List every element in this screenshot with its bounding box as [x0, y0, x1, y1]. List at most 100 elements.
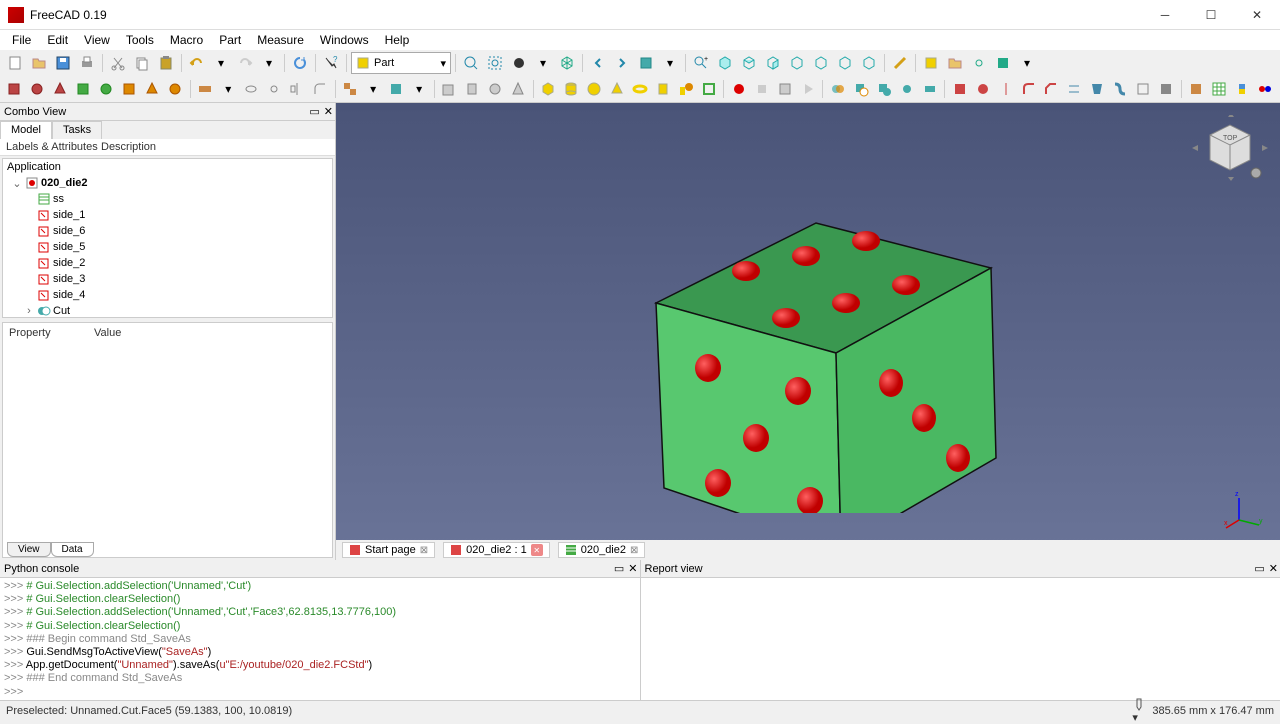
mirror-icon[interactable]: [287, 78, 308, 100]
menu-view[interactable]: View: [76, 31, 118, 49]
panel-float-icon[interactable]: ▭: [614, 562, 624, 575]
doc-tab-die2[interactable]: 020_die2 ⊠: [558, 542, 646, 558]
tab-close-icon[interactable]: ✕: [531, 544, 543, 556]
sweep-icon[interactable]: [1110, 78, 1131, 100]
group-icon[interactable]: [944, 52, 966, 74]
tool6-icon[interactable]: [119, 78, 140, 100]
bottom-view-icon[interactable]: [810, 52, 832, 74]
refresh-icon[interactable]: [289, 52, 311, 74]
minimize-button[interactable]: ─: [1150, 3, 1180, 27]
tool8-icon[interactable]: [165, 78, 186, 100]
panel-float-icon[interactable]: ▭: [1254, 562, 1264, 575]
var-set-dropdown-icon[interactable]: ▾: [218, 78, 239, 100]
link-icon[interactable]: [968, 52, 990, 74]
tree-item-cut[interactable]: ›Cut: [3, 303, 332, 318]
tree-item-ss[interactable]: ss: [3, 191, 332, 207]
doc-tab-die2-1[interactable]: 020_die2 : 1 ✕: [443, 542, 550, 558]
left-view-icon[interactable]: [834, 52, 856, 74]
save-icon[interactable]: [52, 52, 74, 74]
bounding-box-icon[interactable]: [556, 52, 578, 74]
top-view-icon[interactable]: [738, 52, 760, 74]
compound-dropdown-icon[interactable]: ▾: [363, 78, 384, 100]
measure-icon[interactable]: [889, 52, 911, 74]
tool4-icon[interactable]: [73, 78, 94, 100]
link-actions-dropdown-icon[interactable]: ▾: [1016, 52, 1038, 74]
tree-item-side2[interactable]: side_2: [3, 255, 332, 271]
panel-close-icon[interactable]: ✕: [1269, 562, 1278, 575]
expand-icon[interactable]: ›: [23, 305, 35, 317]
menu-macro[interactable]: Macro: [162, 31, 211, 49]
panel-close-icon[interactable]: ✕: [628, 562, 637, 575]
tool5-icon[interactable]: [96, 78, 117, 100]
thickness-icon[interactable]: [1156, 78, 1177, 100]
report-content[interactable]: [641, 578, 1280, 700]
bottom-tab-data[interactable]: Data: [51, 542, 94, 557]
link-nav-icon[interactable]: [635, 52, 657, 74]
section-icon[interactable]: [386, 78, 407, 100]
isometric-view-icon[interactable]: +: [690, 52, 712, 74]
menu-file[interactable]: File: [4, 31, 39, 49]
doc-tab-start[interactable]: Start page ⊠: [342, 542, 435, 558]
tree-root[interactable]: Application: [3, 159, 332, 175]
nav-back-icon[interactable]: [587, 52, 609, 74]
copy-icon[interactable]: [131, 52, 153, 74]
menu-help[interactable]: Help: [377, 31, 418, 49]
menu-windows[interactable]: Windows: [312, 31, 377, 49]
primitive-box-icon[interactable]: [439, 78, 460, 100]
tool7-icon[interactable]: [142, 78, 163, 100]
menu-edit[interactable]: Edit: [39, 31, 76, 49]
right-view-icon[interactable]: [762, 52, 784, 74]
offset-icon[interactable]: [1133, 78, 1154, 100]
axo-view-icon[interactable]: [858, 52, 880, 74]
tree-item-side3[interactable]: side_3: [3, 271, 332, 287]
expand-icon[interactable]: ⌄: [11, 177, 23, 190]
extrude-icon[interactable]: [241, 78, 262, 100]
undo-dropdown-icon[interactable]: ▾: [210, 52, 232, 74]
draw-dropdown-icon[interactable]: ▾: [532, 52, 554, 74]
tab-model[interactable]: Model: [0, 121, 52, 139]
new-file-icon[interactable]: [4, 52, 26, 74]
tool2-icon[interactable]: [27, 78, 48, 100]
tree-item-side4[interactable]: side_4: [3, 287, 332, 303]
panel-float-icon[interactable]: ▭: [309, 105, 319, 118]
menu-part[interactable]: Part: [211, 31, 249, 49]
var-set-icon[interactable]: [195, 78, 216, 100]
primitive-cylinder-icon[interactable]: [462, 78, 483, 100]
maximize-button[interactable]: ☐: [1196, 3, 1226, 27]
workbench-selector[interactable]: Part ▾: [351, 52, 451, 74]
tool1-icon[interactable]: [4, 78, 25, 100]
draw-style-icon[interactable]: [508, 52, 530, 74]
print-icon[interactable]: [76, 52, 98, 74]
fit-selection-icon[interactable]: [484, 52, 506, 74]
console-output[interactable]: >>> # Gui.Selection.addSelection('Unname…: [0, 578, 640, 700]
python-icon[interactable]: [1232, 78, 1253, 100]
paste-icon[interactable]: [155, 52, 177, 74]
tab-close-icon[interactable]: ⊠: [630, 545, 638, 556]
whatsthis-icon[interactable]: ?: [320, 52, 342, 74]
close-button[interactable]: ✕: [1242, 3, 1272, 27]
nav-forward-icon[interactable]: [611, 52, 633, 74]
appearance-icon[interactable]: [1255, 78, 1276, 100]
spreadsheet-icon[interactable]: [1209, 78, 1230, 100]
compound-icon[interactable]: [340, 78, 361, 100]
cut-icon[interactable]: [107, 52, 129, 74]
check-geometry-icon[interactable]: [1186, 78, 1207, 100]
tree-doc[interactable]: ⌄ 020_die2: [3, 175, 332, 191]
front-view-icon[interactable]: [714, 52, 736, 74]
part-icon[interactable]: [920, 52, 942, 74]
tab-tasks[interactable]: Tasks: [52, 121, 102, 139]
redo-dropdown-icon[interactable]: ▾: [258, 52, 280, 74]
link-nav-dropdown-icon[interactable]: ▾: [659, 52, 681, 74]
menu-measure[interactable]: Measure: [249, 31, 312, 49]
section-dropdown-icon[interactable]: ▾: [409, 78, 430, 100]
panel-close-icon[interactable]: ✕: [324, 105, 333, 118]
rear-view-icon[interactable]: [786, 52, 808, 74]
navigation-cube[interactable]: TOP: [1190, 115, 1250, 175]
tree-item-side1[interactable]: side_1: [3, 207, 332, 223]
tree-item-side5[interactable]: side_5: [3, 239, 332, 255]
tool3-icon[interactable]: [50, 78, 71, 100]
fillet-icon[interactable]: [310, 78, 331, 100]
open-file-icon[interactable]: [28, 52, 50, 74]
3d-view[interactable]: TOP zyx: [336, 103, 1280, 540]
menu-tools[interactable]: Tools: [118, 31, 162, 49]
